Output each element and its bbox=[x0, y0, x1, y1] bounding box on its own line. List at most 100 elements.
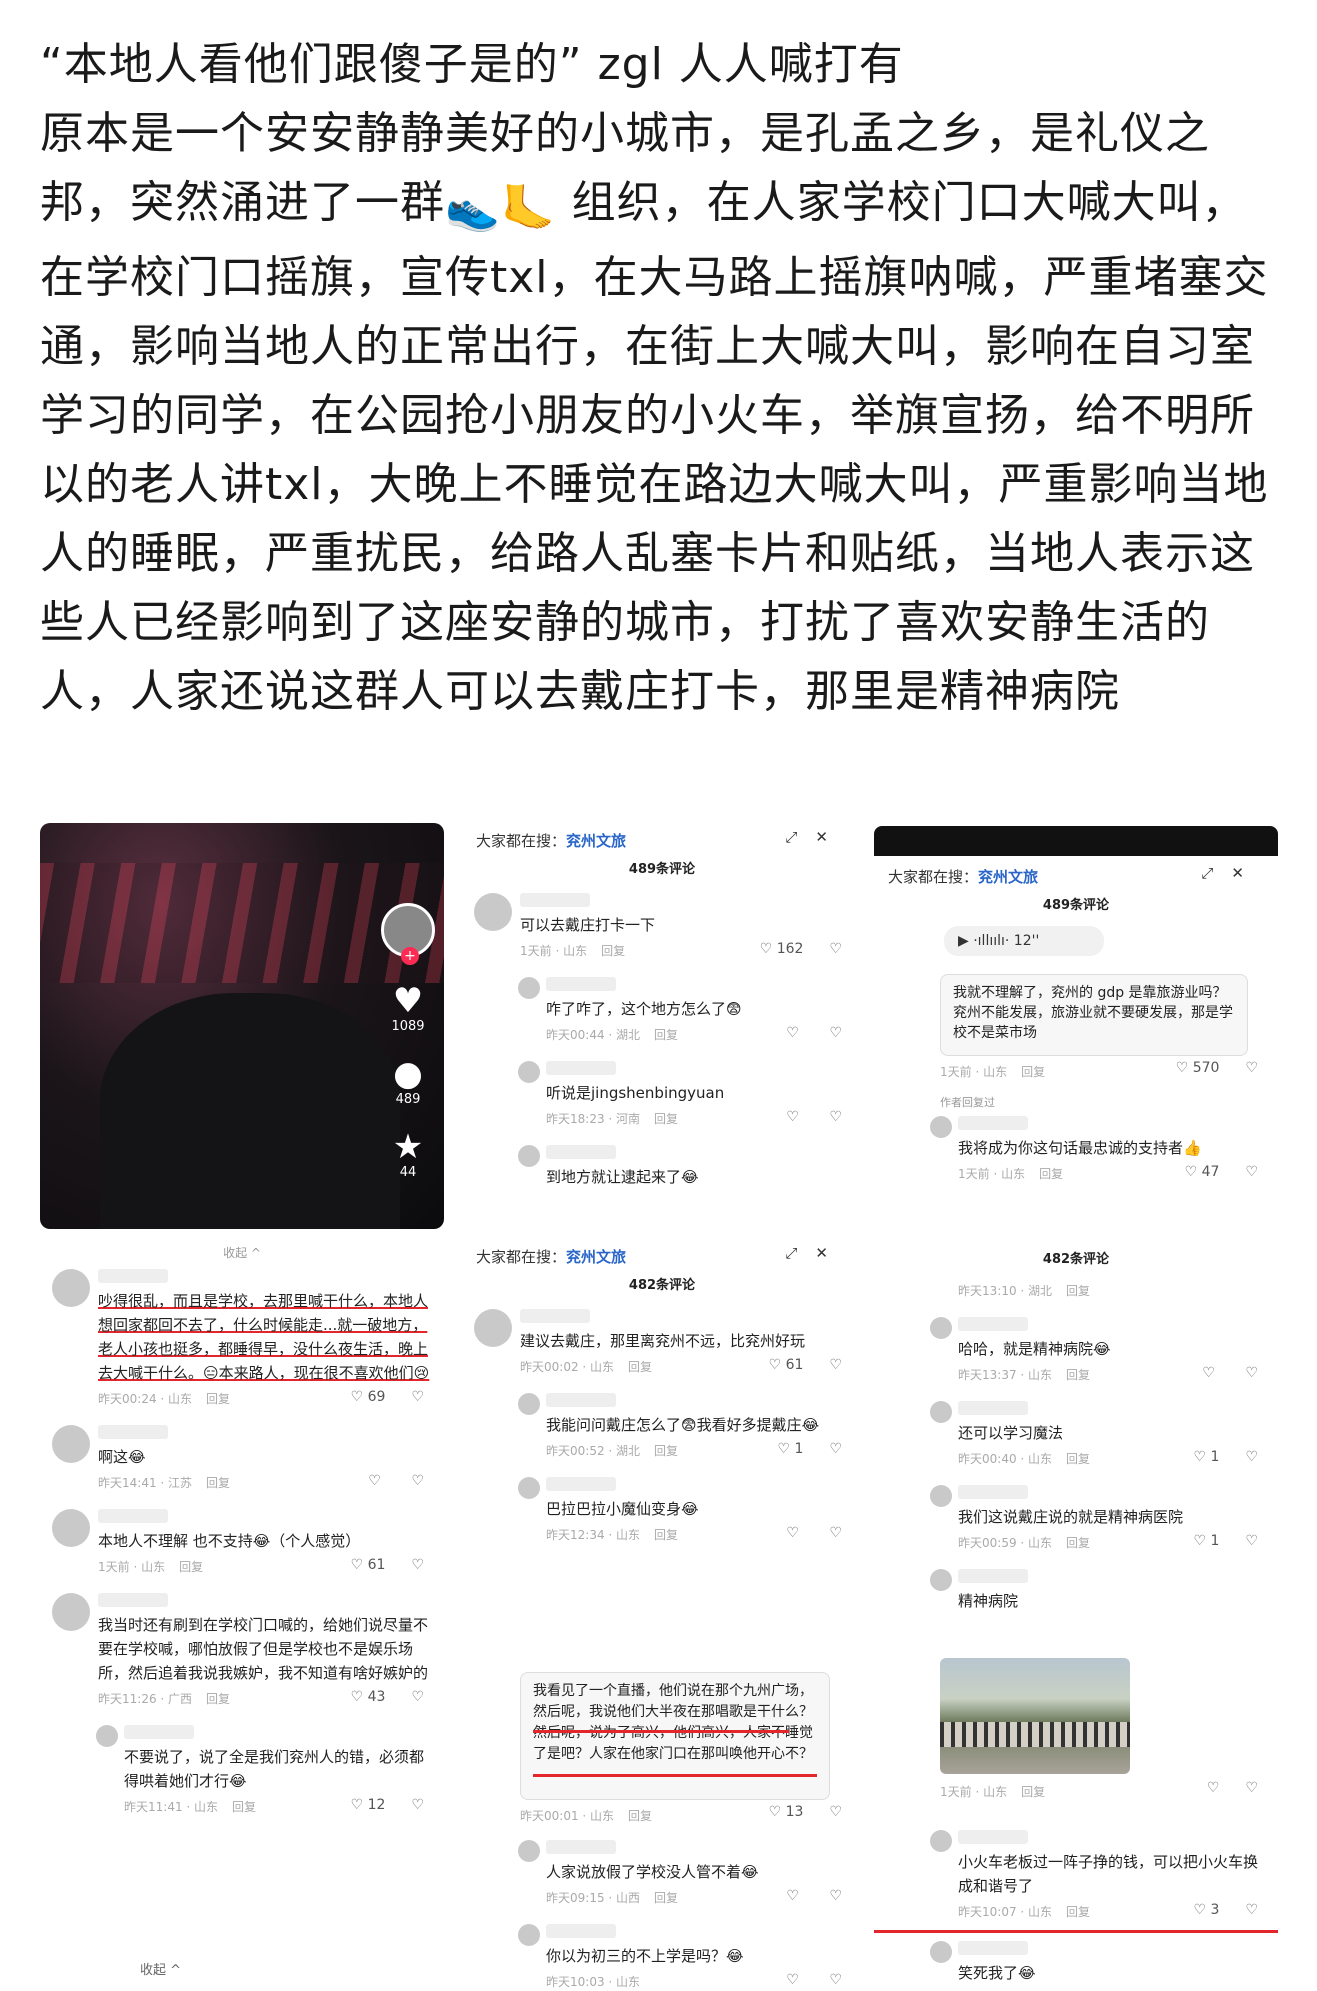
reply-link[interactable]: 回复 bbox=[1039, 1167, 1063, 1181]
comment-row[interactable]: 咋了咋了，这个地方怎么了😨 昨天00:44 · 湖北 回复 ♡ ♡ bbox=[462, 969, 862, 1053]
dislike-icon[interactable]: ♡ bbox=[1245, 1060, 1258, 1076]
dislike-icon[interactable]: ♡ bbox=[411, 1797, 424, 1813]
heart-icon[interactable]: ♡ bbox=[786, 1109, 803, 1125]
comment-row[interactable]: 可以去戴庄打卡一下 1天前 · 山东 回复 ♡ 162 ♡ bbox=[462, 885, 862, 969]
heart-icon[interactable]: ♡ bbox=[368, 1473, 385, 1489]
author-avatar[interactable] bbox=[381, 903, 435, 965]
comment-row[interactable]: 吵得很乱，而且是学校，去那里喊干什么，本地人想回家都回不去了，什么时候能走...… bbox=[40, 1261, 444, 1417]
avatar[interactable] bbox=[52, 1269, 90, 1307]
reply-link[interactable]: 回复 bbox=[601, 944, 625, 958]
avatar[interactable] bbox=[518, 1477, 540, 1499]
username-placeholder[interactable] bbox=[520, 893, 590, 907]
heart-icon[interactable]: ♡ 61 bbox=[769, 1357, 804, 1373]
dislike-icon[interactable]: ♡ bbox=[829, 1357, 842, 1373]
comment-row[interactable]: 听说是jingshenbingyuan 昨天18:23 · 河南 回复 ♡ ♡ bbox=[462, 1053, 862, 1137]
username-placeholder[interactable] bbox=[958, 1941, 1028, 1955]
heart-icon[interactable]: ♡ 43 bbox=[351, 1689, 386, 1705]
avatar[interactable] bbox=[518, 1145, 540, 1167]
star-icon[interactable]: ★ bbox=[378, 1129, 438, 1165]
username-placeholder[interactable] bbox=[546, 1393, 616, 1407]
avatar[interactable] bbox=[52, 1509, 90, 1547]
avatar[interactable] bbox=[930, 1485, 952, 1507]
dislike-icon[interactable]: ♡ bbox=[1245, 1533, 1258, 1549]
comment-row[interactable]: 我将成为你这句话最忠诚的支持者👍 1天前 · 山东 回复 ♡ 47 ♡ bbox=[874, 1108, 1278, 1192]
heart-icon[interactable]: ♡ bbox=[1202, 1365, 1219, 1381]
comment-row[interactable]: 到地方就让逮起来了😂 bbox=[462, 1137, 862, 1195]
highlighted-comment[interactable]: 我看见了一个直播，他们说在那个九州广场，然后呢，我说他们大半夜在那唱歌是干什么？… bbox=[520, 1672, 830, 1800]
comment-row[interactable]: 啊这😂 昨天14:41 · 江苏 回复 ♡ ♡ bbox=[40, 1417, 444, 1501]
dislike-icon[interactable]: ♡ bbox=[411, 1689, 424, 1705]
username-placeholder[interactable] bbox=[958, 1317, 1028, 1331]
video-screenshot[interactable]: ♥ 1089 ● 489 ★ 44 bbox=[40, 823, 444, 1229]
comment-icon[interactable]: ● bbox=[378, 1056, 438, 1092]
dislike-icon[interactable]: ♡ bbox=[829, 1888, 842, 1904]
username-placeholder[interactable] bbox=[958, 1830, 1028, 1844]
comment-row[interactable]: 我能问问戴庄怎么了😨我看好多提戴庄😂 昨天00:52 · 湖北 回复 ♡ 1 ♡ bbox=[462, 1385, 862, 1469]
dislike-icon[interactable]: ♡ bbox=[411, 1473, 424, 1489]
username-placeholder[interactable] bbox=[98, 1593, 168, 1607]
username-placeholder[interactable] bbox=[98, 1425, 168, 1439]
search-query-link[interactable]: 兖州文旅 bbox=[566, 832, 626, 850]
search-query-link[interactable]: 兖州文旅 bbox=[566, 1248, 626, 1266]
search-query-link[interactable]: 兖州文旅 bbox=[978, 868, 1038, 886]
expand-icon[interactable]: ⤢ bbox=[785, 828, 815, 846]
voice-message[interactable]: ▶ ·ıllıılı· 12'' bbox=[944, 926, 1104, 956]
heart-icon[interactable]: ♡ 1 bbox=[1194, 1449, 1220, 1465]
avatar[interactable] bbox=[52, 1425, 90, 1463]
avatar[interactable] bbox=[930, 1116, 952, 1138]
username-placeholder[interactable] bbox=[546, 1840, 616, 1854]
reply-link[interactable]: 回复 bbox=[1066, 1284, 1090, 1298]
reply-link[interactable]: 回复 bbox=[179, 1560, 203, 1574]
dislike-icon[interactable]: ♡ bbox=[411, 1557, 424, 1573]
dislike-icon[interactable]: ♡ bbox=[829, 1804, 842, 1820]
username-placeholder[interactable] bbox=[546, 1145, 616, 1159]
heart-icon[interactable]: ♡ 1 bbox=[778, 1441, 804, 1457]
reply-link[interactable]: 回复 bbox=[654, 1444, 678, 1458]
collapse-footer[interactable]: 收起 ^ bbox=[140, 1959, 181, 1978]
comment-row[interactable]: 人家说放假了学校没人管不着😂 昨天09:15 · 山西 回复 ♡ ♡ bbox=[462, 1832, 862, 1916]
username-placeholder[interactable] bbox=[958, 1485, 1028, 1499]
park-photo[interactable] bbox=[940, 1658, 1130, 1774]
dislike-icon[interactable]: ♡ bbox=[411, 1389, 424, 1405]
dislike-icon[interactable]: ♡ bbox=[1245, 1365, 1258, 1381]
username-placeholder[interactable] bbox=[124, 1725, 194, 1739]
collapse-link[interactable]: 收起 ^ bbox=[40, 1244, 444, 1261]
dislike-icon[interactable]: ♡ bbox=[1245, 1449, 1258, 1465]
dislike-icon[interactable]: ♡ bbox=[1245, 1902, 1258, 1918]
comment-row[interactable]: 本地人不理解 也不支持😂（个人感觉） 1天前 · 山东 回复 ♡ 61 ♡ bbox=[40, 1501, 444, 1585]
dislike-icon[interactable]: ♡ bbox=[829, 1109, 842, 1125]
avatar[interactable] bbox=[518, 1924, 540, 1946]
comment-row[interactable]: 你以为初三的不上学是吗？😂 昨天10:03 · 山东 ♡ ♡ bbox=[462, 1916, 862, 1991]
username-placeholder[interactable] bbox=[98, 1509, 168, 1523]
heart-icon[interactable]: ♡ bbox=[786, 1972, 803, 1988]
avatar[interactable] bbox=[474, 893, 512, 931]
comment-row[interactable]: 哈哈，就是精神病院😂 昨天13:37 · 山东 回复 ♡ ♡ bbox=[874, 1309, 1278, 1393]
reply-link[interactable]: 回复 bbox=[206, 1692, 230, 1706]
expand-icon[interactable]: ⤢ bbox=[1201, 864, 1231, 882]
username-placeholder[interactable] bbox=[98, 1269, 168, 1283]
dislike-icon[interactable]: ♡ bbox=[829, 1972, 842, 1988]
comment-row[interactable]: 小火车老板过一阵子挣的钱，可以把小火车换成和谐号了 昨天10:07 · 山东 回复 ♡… bbox=[874, 1822, 1278, 1933]
heart-icon[interactable]: ♡ bbox=[786, 1525, 803, 1541]
reply-link[interactable]: 回复 bbox=[654, 1891, 678, 1905]
reply-link[interactable]: 回复 bbox=[206, 1476, 230, 1490]
dislike-icon[interactable]: ♡ bbox=[829, 1441, 842, 1457]
comment-row[interactable]: 建议去戴庄，那里离兖州不远，比兖州好玩 昨天00:02 · 山东 回复 ♡ 61 ♡ bbox=[462, 1301, 862, 1385]
heart-icon[interactable]: ♡ 47 bbox=[1185, 1164, 1220, 1180]
avatar[interactable] bbox=[930, 1569, 952, 1591]
avatar[interactable] bbox=[518, 977, 540, 999]
close-icon[interactable]: ✕ bbox=[815, 1244, 846, 1262]
heart-icon[interactable]: ♡ 69 bbox=[351, 1389, 386, 1405]
highlighted-comment[interactable]: 我就不理解了，兖州的 gdp 是靠旅游业吗？兖州不能发展，旅游业就不要硬发展，那… bbox=[940, 974, 1248, 1056]
avatar[interactable] bbox=[518, 1061, 540, 1083]
dislike-icon[interactable]: ♡ bbox=[829, 941, 842, 957]
username-placeholder[interactable] bbox=[546, 1061, 616, 1075]
heart-icon[interactable]: ♡ bbox=[786, 1025, 803, 1041]
comment-row[interactable]: 巴拉巴拉小魔仙变身😂 昨天12:34 · 山东 回复 ♡ ♡ bbox=[462, 1469, 862, 1553]
comment-row[interactable]: 还可以学习魔法 昨天00:40 · 山东 回复 ♡ 1 ♡ bbox=[874, 1393, 1278, 1477]
heart-icon[interactable]: ♡ 570 bbox=[1176, 1060, 1220, 1076]
avatar[interactable] bbox=[52, 1593, 90, 1631]
heart-icon[interactable]: ♡ 12 bbox=[351, 1797, 386, 1813]
avatar[interactable] bbox=[930, 1401, 952, 1423]
avatar[interactable] bbox=[518, 1393, 540, 1415]
